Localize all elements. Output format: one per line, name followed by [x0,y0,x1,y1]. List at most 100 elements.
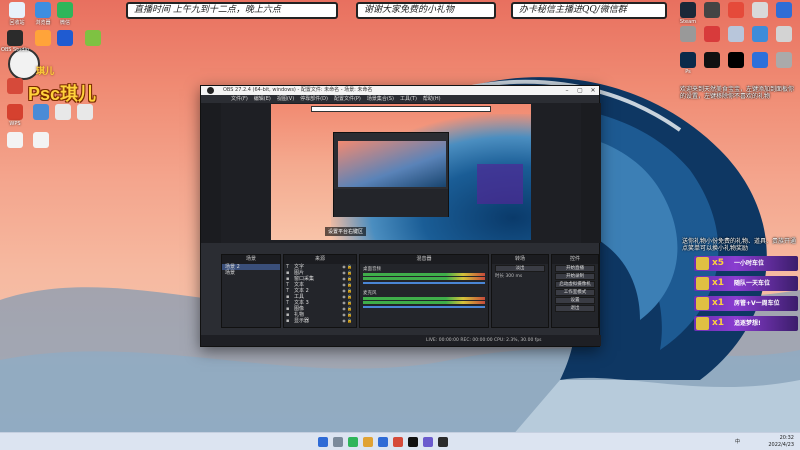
desktop-icon[interactable]: OBS Studio [0,30,30,53]
folder-icon[interactable] [363,437,373,447]
ime-indicator[interactable]: 中 [735,433,740,450]
gift-count: x1 [712,298,725,308]
app-icon [55,104,71,120]
desktop-icon[interactable] [700,52,724,69]
desktop-icon-label: Steam [679,19,697,25]
desktop-icon[interactable] [748,2,772,19]
desktop-icon[interactable] [676,26,700,43]
control-button[interactable]: 开始直播 [555,265,595,272]
desktop-icon[interactable] [78,30,108,47]
app-icon [57,30,73,46]
control-button[interactable]: 启动虚拟摄像机 [555,281,595,288]
control-button[interactable]: 退出 [555,305,595,312]
desktop-icon[interactable] [748,26,772,43]
desktop-icon[interactable] [724,2,748,19]
overlay-gift-note: 送你礼物小份免费的礼物、道具、贵族开通点笑单可以换小礼物奖励 [682,238,797,252]
app-icon [57,2,73,18]
gift-count: x5 [712,258,725,268]
gift-label: 房管+V一周车位 [734,300,780,307]
visibility-icon[interactable]: ◉ 🔒 [342,318,352,324]
app-icon [35,30,51,46]
control-button[interactable]: 设置 [555,297,595,304]
app-icon[interactable] [423,437,433,447]
scene-item[interactable]: 场景 [222,270,280,276]
desktop-icon[interactable]: Steam [676,2,700,25]
app-icon [9,2,25,18]
nested-preview [338,141,446,187]
menu-item[interactable]: 视图(V) [277,96,294,102]
gift-icon [696,317,709,330]
mixer-track-label: 桌面音频 [363,267,381,272]
desktop-icon[interactable] [26,132,56,149]
desktop-icon-label: WPS [9,121,21,127]
menu-item[interactable]: 帮助(H) [423,96,441,102]
desktop-icon[interactable] [50,30,80,47]
volume-meter [363,273,485,276]
app-icon [776,26,792,42]
close-icon[interactable]: ✕ [587,86,599,95]
app-icon [728,26,744,42]
desktop-icon-label: Ps [685,69,691,75]
gift-count: x1 [712,318,725,328]
desktop-icon[interactable] [700,26,724,43]
taskbar-clock[interactable]: 20:32 2022/4/23 [768,435,794,449]
duration-value[interactable]: 300 ms [505,274,522,279]
app-icon [704,26,720,42]
transition-select[interactable]: 淡出 [495,265,545,272]
wechat-icon[interactable] [348,437,358,447]
gift-goal: x1 随队一天车位 [694,276,798,291]
menu-item[interactable]: 文件(F) [231,96,248,102]
controls-dock: 控件 开始直播 开始录制 启动虚拟摄像机 工作室模式 设置 退出 [551,254,599,328]
app-icon [35,2,51,18]
gift-goal: x1 追逐梦想! [694,316,798,331]
obs-titlebar[interactable]: OBS 27.2.4 (64-bit, windows) - 配置文件: 未命名… [201,86,599,95]
app-icon [752,52,768,68]
desktop-icon[interactable]: 微信 [50,2,80,26]
desktop-icon[interactable]: Ps [676,52,700,75]
banner-schedule: 直播时间 上午九到十二点，晚上六点 [126,2,338,19]
start-icon[interactable] [318,437,328,447]
maximize-icon[interactable]: ▢ [574,86,586,95]
desktop-icon[interactable] [748,52,772,69]
menu-item[interactable]: 配置文件(P) [334,96,361,102]
control-button[interactable]: 工作室模式 [555,289,595,296]
app-icon[interactable] [393,437,403,447]
obs-preview[interactable]: 设置平台右键区 [221,103,581,243]
menu-item[interactable]: 场景集合(S) [367,96,394,102]
desktop-icon[interactable] [724,26,748,43]
volume-slider[interactable] [363,282,485,284]
menu-item[interactable]: 停靠部件(D) [300,96,328,102]
obs-window[interactable]: OBS 27.2.4 (64-bit, windows) - 配置文件: 未命名… [200,85,601,347]
volume-slider[interactable] [363,306,485,308]
desktop-icon[interactable] [70,104,100,121]
app-icon[interactable] [438,437,448,447]
control-button[interactable]: 开始录制 [555,273,595,280]
search-icon[interactable] [333,437,343,447]
desktop-icon[interactable] [772,26,796,43]
menu-item[interactable]: 编辑(E) [254,96,271,102]
desktop-icon[interactable] [772,52,796,69]
transitions-dock: 转场 淡出 时长 300 ms [491,254,549,328]
desktop-icon[interactable] [772,2,796,19]
minimize-icon[interactable]: – [561,86,573,95]
controls-list: 开始直播 开始录制 启动虚拟摄像机 工作室模式 设置 退出 [552,265,598,312]
source-item[interactable]: ▪ 显示器 ◉ 🔒 [284,318,356,324]
obs-icon[interactable] [408,437,418,447]
desktop-icon[interactable] [700,2,724,19]
desktop-icon-label: 微信 [59,20,70,26]
volume-meter [363,277,485,280]
app-icon [776,2,792,18]
gift-label: 一小时车位 [734,260,765,267]
source-type-icon: ▪ [286,318,290,324]
desktop-icon[interactable] [724,52,748,69]
desktop-icon[interactable] [0,78,30,95]
app-icon [704,52,720,68]
mixer-dock: 混音器 桌面音频 麦克风 [359,254,489,328]
app-icon [680,26,696,42]
obs-right-strip [581,103,601,243]
source-list: T 文字 ◉ 🔒 ▪ 图片 ◉ 🔒 ▪ 窗口采集 ◉ 🔒 T 文本 ◉ 🔒 T 文本 2 ◉ 🔒 ▪ 工具 ◉ 🔒… [284,264,356,324]
menu-item[interactable]: 工具(T) [400,96,417,102]
gift-count: x1 [712,278,725,288]
preview-banner-strip [311,106,491,112]
browser-icon[interactable] [378,437,388,447]
